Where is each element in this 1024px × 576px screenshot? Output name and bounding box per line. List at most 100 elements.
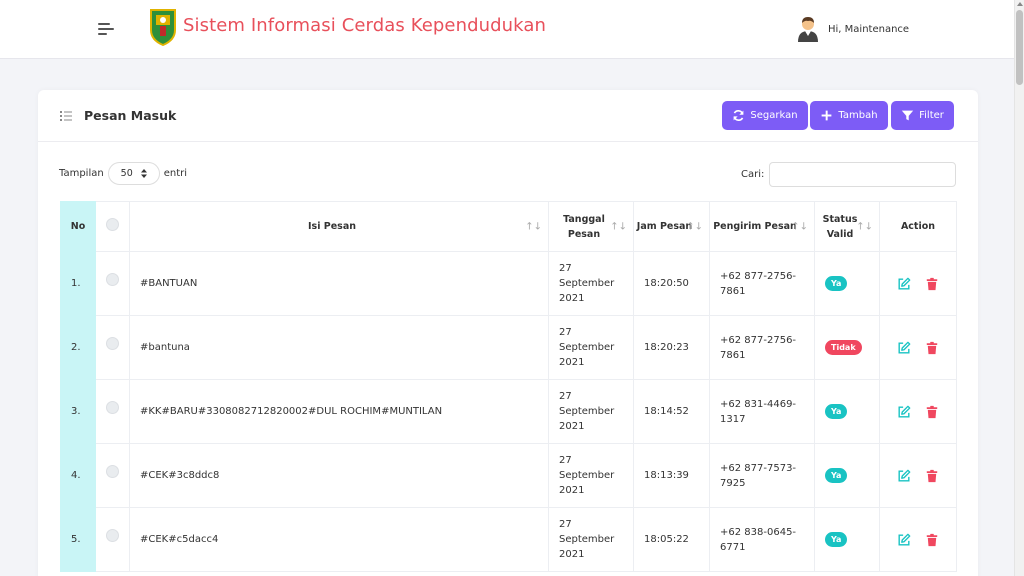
row-tanggal-pesan: 27 September 2021 — [548, 443, 634, 508]
header-jam-label: Jam Pesan — [636, 221, 693, 232]
app-title: Sistem Informasi Cerdas Kependudukan — [183, 15, 546, 36]
row-pengirim-pesan: +62 831-4469-1317 — [709, 379, 815, 444]
sort-icon: ↑↓ — [525, 221, 542, 232]
status-badge: Tidak — [825, 340, 862, 355]
row-number: 3. — [60, 379, 96, 444]
row-pengirim-pesan: +62 877-2756-7861 — [709, 315, 815, 380]
edit-icon[interactable] — [897, 341, 911, 355]
trash-icon[interactable] — [925, 341, 939, 355]
header-action: Action — [879, 201, 957, 252]
row-jam-pesan: 18:20:23 — [633, 315, 710, 380]
edit-icon[interactable] — [897, 405, 911, 419]
row-action-cell — [879, 251, 957, 316]
row-status-cell: Ya — [814, 443, 880, 508]
scroll-thumb[interactable] — [1016, 10, 1023, 85]
row-tanggal-pesan: 27 September 2021 — [548, 379, 634, 444]
table-row: 3. #KK#BARU#3308082712820002#DUL ROCHIM#M… — [60, 379, 957, 444]
status-badge: Ya — [825, 468, 848, 483]
header-tanggal-pesan[interactable]: Tanggal Pesan ↑↓ — [548, 201, 634, 252]
top-navbar: Sistem Informasi Cerdas Kependudukan Hi,… — [0, 0, 1024, 59]
scroll-up-arrow-icon[interactable] — [1017, 2, 1023, 6]
select-all-checkbox[interactable] — [106, 218, 119, 231]
row-pengirim-pesan: +62 877-7573-7925 — [709, 443, 815, 508]
page-length-value: 50 — [120, 168, 133, 179]
hamburger-icon[interactable] — [98, 23, 114, 37]
table-row: 4. #CEK#3c8ddc8 27 September 2021 18:13:39 +… — [60, 443, 957, 508]
user-menu[interactable]: Hi, Maintenance — [796, 16, 909, 42]
row-isi-pesan: #BANTUAN — [129, 251, 549, 316]
header-pengirim-label: Pengirim Pesan — [713, 221, 797, 232]
edit-icon[interactable] — [897, 277, 911, 291]
table-body: 1. #BANTUAN 27 September 2021 18:20:50 +62 8… — [60, 251, 957, 572]
row-pengirim-pesan: +62 838-0645-6771 — [709, 507, 815, 572]
add-button[interactable]: Tambah — [810, 101, 888, 130]
trash-icon[interactable] — [925, 405, 939, 419]
row-select-cell[interactable] — [95, 315, 130, 380]
table-row: 2. #bantuna 27 September 2021 18:20:23 +62 8… — [60, 315, 957, 380]
add-button-label: Tambah — [838, 110, 878, 121]
edit-icon[interactable] — [897, 533, 911, 547]
plus-icon — [822, 110, 832, 121]
status-badge: Ya — [825, 276, 848, 291]
table-row: 5. #CEK#c5dacc4 27 September 2021 18:05:22 +… — [60, 507, 957, 572]
row-checkbox[interactable] — [106, 337, 119, 350]
row-select-cell[interactable] — [95, 507, 130, 572]
page-length-select[interactable]: 50 — [107, 162, 160, 185]
row-isi-pesan: #KK#BARU#3308082712820002#DUL ROCHIM#MUN… — [129, 379, 549, 444]
trash-icon[interactable] — [925, 277, 939, 291]
header-select-all[interactable] — [95, 201, 130, 252]
card-header: Pesan Masuk Segarkan Tambah Filter — [38, 90, 978, 142]
row-action-cell — [879, 443, 957, 508]
sort-icon: ↑↓ — [610, 221, 627, 232]
row-status-cell: Ya — [814, 507, 880, 572]
row-select-cell[interactable] — [95, 443, 130, 508]
user-avatar-icon — [798, 17, 818, 42]
header-isi-label: Isi Pesan — [308, 221, 356, 232]
search-input[interactable] — [769, 162, 956, 187]
row-action-cell — [879, 379, 957, 444]
row-tanggal-pesan: 27 September 2021 — [548, 251, 634, 316]
user-greeting: Hi, Maintenance — [828, 23, 910, 35]
header-no[interactable]: No — [60, 201, 96, 252]
row-action-cell — [879, 507, 957, 572]
sort-icon: ↑↓ — [856, 221, 873, 232]
trash-icon[interactable] — [925, 469, 939, 483]
status-badge: Ya — [825, 532, 848, 547]
table-header-row: No Isi Pesan ↑↓ Tanggal Pesan ↑↓ Jam Pesan… — [60, 201, 957, 252]
length-suffix: entri — [163, 168, 188, 179]
row-tanggal-pesan: 27 September 2021 — [548, 315, 634, 380]
row-jam-pesan: 18:05:22 — [633, 507, 710, 572]
header-status-label: Status Valid — [822, 213, 858, 240]
header-status-valid[interactable]: Status Valid ↑↓ — [814, 201, 880, 252]
filter-button-label: Filter — [919, 110, 944, 121]
messages-card: Pesan Masuk Segarkan Tambah Filter Tampi… — [38, 90, 978, 576]
row-status-cell: Ya — [814, 379, 880, 444]
header-pengirim-pesan[interactable]: Pengirim Pesan ↑↓ — [709, 201, 815, 252]
trash-icon[interactable] — [925, 533, 939, 547]
edit-icon[interactable] — [897, 469, 911, 483]
row-checkbox[interactable] — [106, 273, 119, 286]
header-isi-pesan[interactable]: Isi Pesan ↑↓ — [129, 201, 549, 252]
row-select-cell[interactable] — [95, 251, 130, 316]
table-row: 1. #BANTUAN 27 September 2021 18:20:50 +62 8… — [60, 251, 957, 316]
messages-table: No Isi Pesan ↑↓ Tanggal Pesan ↑↓ Jam Pesan… — [60, 201, 957, 572]
row-jam-pesan: 18:14:52 — [633, 379, 710, 444]
row-checkbox[interactable] — [106, 465, 119, 478]
row-tanggal-pesan: 27 September 2021 — [548, 507, 634, 572]
row-checkbox[interactable] — [106, 401, 119, 414]
header-jam-pesan[interactable]: Jam Pesan ↑↓ — [633, 201, 710, 252]
row-isi-pesan: #CEK#3c8ddc8 — [129, 443, 549, 508]
page-scrollbar[interactable] — [1014, 0, 1024, 576]
row-checkbox[interactable] — [106, 529, 119, 542]
search-label: Cari: — [741, 169, 765, 180]
row-status-cell: Ya — [814, 251, 880, 316]
sort-icon: ↑↓ — [686, 221, 703, 232]
filter-button[interactable]: Filter — [891, 101, 954, 130]
row-status-cell: Tidak — [814, 315, 880, 380]
filter-icon — [901, 110, 914, 121]
row-select-cell[interactable] — [95, 379, 130, 444]
refresh-button-label: Segarkan — [750, 110, 798, 121]
row-number: 5. — [60, 507, 96, 572]
sort-icon: ↑↓ — [791, 221, 808, 232]
refresh-button[interactable]: Segarkan — [722, 101, 808, 130]
